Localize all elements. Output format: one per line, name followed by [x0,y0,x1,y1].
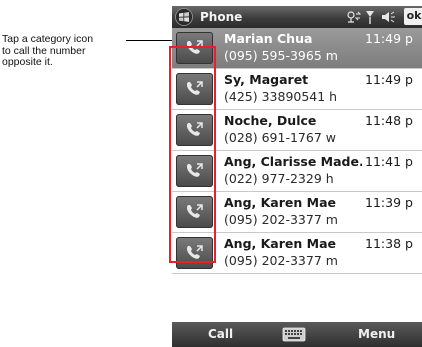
call-time: 11:49 p [365,72,413,87]
callout-text: Tap a category icon to call the number o… [2,33,127,69]
phone-number: (022) 977-2329 h [224,171,334,186]
call-history-list: Marian Chua 11:49 p (095) 595-3965 m Sy, Ma… [172,28,422,274]
call-time: 11:48 p [365,113,413,128]
phone-number: (095) 202-3377 m [224,253,338,268]
softkey-bar: Call Menu [172,322,422,347]
call-list-item[interactable]: Noche, Dulce 11:48 p (028) 691-1767 w [172,110,422,151]
handset-icon [186,163,203,177]
phone-screen: Phone ok Marian Chua 11:49 p (095) 595-396… [172,6,422,347]
window-title: Phone [200,10,243,24]
call-icon-cell[interactable] [172,151,217,191]
phone-call-icon[interactable] [176,73,213,105]
phone-call-icon[interactable] [176,237,213,269]
contact-name: Ang, Clarisse Made... [224,154,362,169]
call-icon-cell[interactable] [172,233,217,273]
phone-number: (095) 595-3965 m [224,48,338,63]
callout-pointer-line [126,40,172,41]
call-list-item[interactable]: Ang, Karen Mae 11:38 p (095) 202-3377 m [172,233,422,274]
phone-number: (095) 202-3377 m [224,212,338,227]
status-icons[interactable] [346,9,398,25]
call-list-item[interactable]: Marian Chua 11:49 p (095) 595-3965 m [172,28,422,69]
call-list-item[interactable]: Ang, Clarisse Made... 11:41 p (022) 977-23… [172,151,422,192]
keyboard-icon[interactable] [282,327,306,342]
handset-icon [186,122,203,136]
ok-button[interactable]: ok [404,8,422,25]
phone-number: (425) 33890541 h [224,89,338,104]
phone-call-icon[interactable] [176,196,213,228]
call-time: 11:49 p [365,31,413,46]
call-icon-cell[interactable] [172,110,217,150]
callout-line-3: opposite it. [2,56,53,68]
handset-icon [186,40,203,54]
call-icon-cell[interactable] [172,69,217,109]
handset-icon [186,81,203,95]
handset-icon [186,204,203,218]
title-bar: Phone ok [172,6,422,28]
contact-name: Marian Chua [224,31,313,46]
connectivity-icon [347,11,362,23]
phone-call-icon[interactable] [176,32,213,64]
contact-name: Ang, Karen Mae [224,195,336,210]
windows-start-icon[interactable] [175,8,193,26]
signal-icon [366,11,374,24]
call-time: 11:41 p [365,154,413,169]
call-softkey[interactable]: Call [208,327,233,341]
callout-line-1: Tap a category icon [2,33,94,45]
contact-name: Sy, Magaret [224,72,309,87]
menu-softkey[interactable]: Menu [358,327,395,341]
contact-name: Ang, Karen Mae [224,236,336,251]
phone-number: (028) 691-1767 w [224,130,336,145]
call-icon-cell[interactable] [172,28,217,68]
phone-call-icon[interactable] [176,114,213,146]
call-list-item[interactable]: Sy, Magaret 11:49 p (425) 33890541 h [172,69,422,110]
volume-icon [382,11,395,23]
phone-call-icon[interactable] [176,155,213,187]
call-list-item[interactable]: Ang, Karen Mae 11:39 p (095) 202-3377 m [172,192,422,233]
call-time: 11:38 p [365,236,413,251]
handset-icon [186,245,203,259]
contact-name: Noche, Dulce [224,113,317,128]
call-time: 11:39 p [365,195,413,210]
call-icon-cell[interactable] [172,192,217,232]
